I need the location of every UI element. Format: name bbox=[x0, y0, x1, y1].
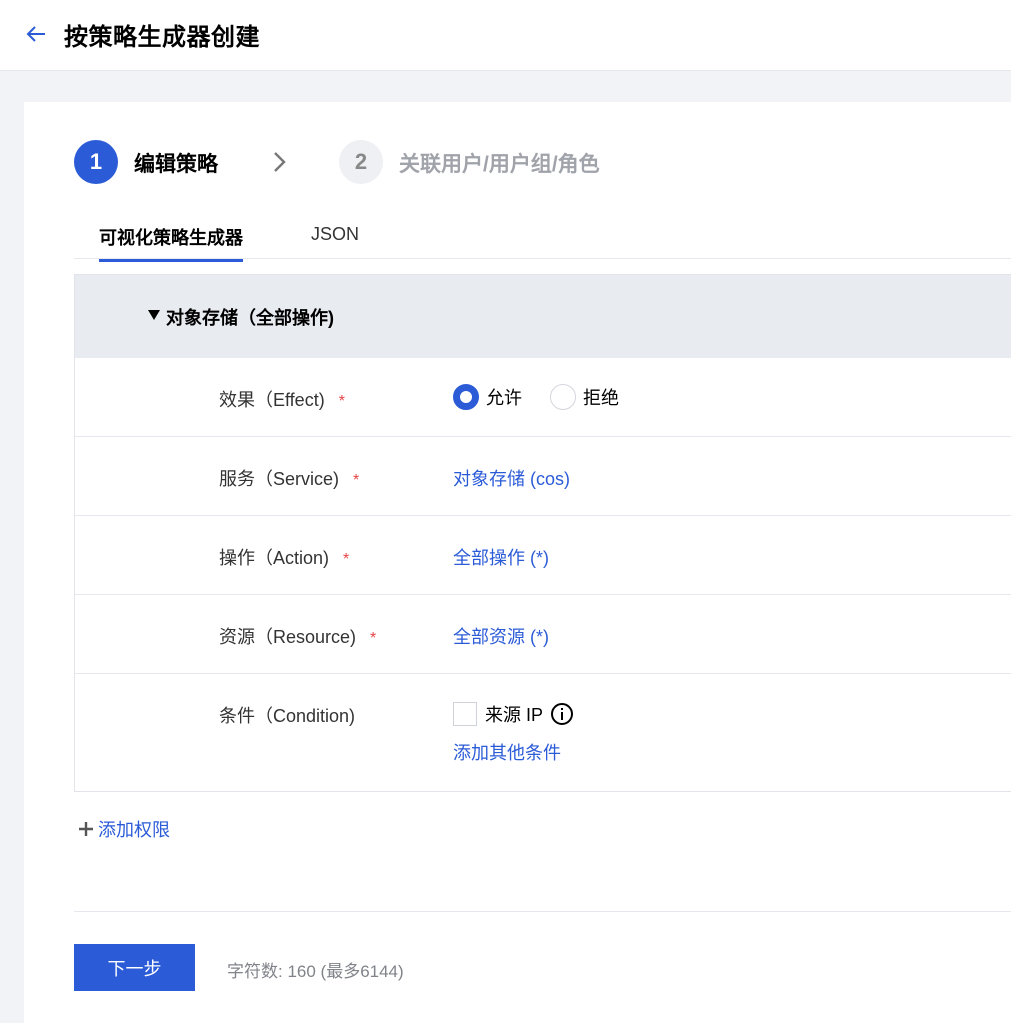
action-label: 操作（Action) * bbox=[219, 548, 350, 568]
action-value-link[interactable]: 全部操作 (*) bbox=[453, 544, 549, 570]
deny-radio[interactable] bbox=[550, 384, 576, 410]
step-1-indicator: 1 bbox=[74, 140, 118, 184]
condition-row: 条件（Condition) 来源 IP 添加其他条件 bbox=[75, 674, 1011, 792]
required-mark: * bbox=[370, 630, 377, 647]
permission-panel-header[interactable]: 对象存储（全部操作) bbox=[75, 275, 1011, 358]
editor-tabs: 可视化策略生成器 JSON bbox=[74, 220, 1011, 262]
required-mark: * bbox=[343, 551, 350, 568]
effect-radio-group: 允许 拒绝 bbox=[453, 384, 647, 410]
step-2-label: 关联用户/用户组/角色 bbox=[399, 153, 600, 176]
add-permission-button[interactable]: 添加权限 bbox=[78, 816, 170, 842]
permission-section-title: 对象存储（全部操作) bbox=[166, 308, 334, 328]
effect-label: 效果（Effect) * bbox=[219, 390, 345, 410]
effect-row: 效果（Effect) * 允许 拒绝 bbox=[75, 358, 1011, 437]
source-ip-checkbox[interactable] bbox=[453, 702, 477, 726]
footer-divider bbox=[74, 911, 1011, 912]
step-1-label: 编辑策略 bbox=[134, 153, 218, 176]
tab-json[interactable]: JSON bbox=[311, 224, 359, 245]
service-row: 服务（Service) * 对象存储 (cos) bbox=[75, 437, 1011, 516]
resource-value-link[interactable]: 全部资源 (*) bbox=[453, 623, 549, 649]
add-other-condition-link[interactable]: 添加其他条件 bbox=[453, 739, 561, 765]
action-row: 操作（Action) * 全部操作 (*) bbox=[75, 516, 1011, 595]
service-label: 服务（Service) * bbox=[219, 469, 360, 489]
policy-editor-card: 1 编辑策略 2 关联用户/用户组/角色 可视化策略生成器 JSON 对象存储（… bbox=[24, 102, 1011, 1023]
step-2-indicator: 2 bbox=[339, 140, 383, 184]
service-value-link[interactable]: 对象存储 (cos) bbox=[453, 465, 570, 491]
resource-label: 资源（Resource) * bbox=[219, 627, 377, 647]
source-ip-option: 来源 IP bbox=[453, 701, 574, 727]
chevron-right-icon bbox=[274, 152, 286, 172]
caret-down-icon bbox=[148, 310, 160, 320]
character-count: 字符数: 160 (最多6144) bbox=[227, 962, 404, 981]
deny-radio-label[interactable]: 拒绝 bbox=[583, 384, 619, 410]
add-permission-label: 添加权限 bbox=[98, 820, 170, 840]
allow-radio-label[interactable]: 允许 bbox=[486, 384, 522, 410]
condition-label: 条件（Condition) bbox=[219, 706, 356, 726]
permission-panel: 对象存储（全部操作) 效果（Effect) * 允许 拒绝 服务（Service)… bbox=[74, 274, 1011, 792]
page-title: 按策略生成器创建 bbox=[64, 24, 260, 51]
next-step-button[interactable]: 下一步 bbox=[74, 944, 195, 991]
source-ip-label[interactable]: 来源 IP bbox=[485, 701, 543, 727]
required-mark: * bbox=[353, 472, 360, 489]
required-mark: * bbox=[338, 393, 345, 410]
allow-radio[interactable] bbox=[453, 384, 479, 410]
arrow-left-icon[interactable] bbox=[24, 22, 48, 46]
info-icon[interactable] bbox=[550, 702, 574, 726]
resource-row: 资源（Resource) * 全部资源 (*) bbox=[75, 595, 1011, 674]
tab-visual-editor[interactable]: 可视化策略生成器 bbox=[99, 224, 243, 262]
top-bar: 按策略生成器创建 bbox=[0, 0, 1011, 71]
plus-icon bbox=[79, 822, 93, 836]
